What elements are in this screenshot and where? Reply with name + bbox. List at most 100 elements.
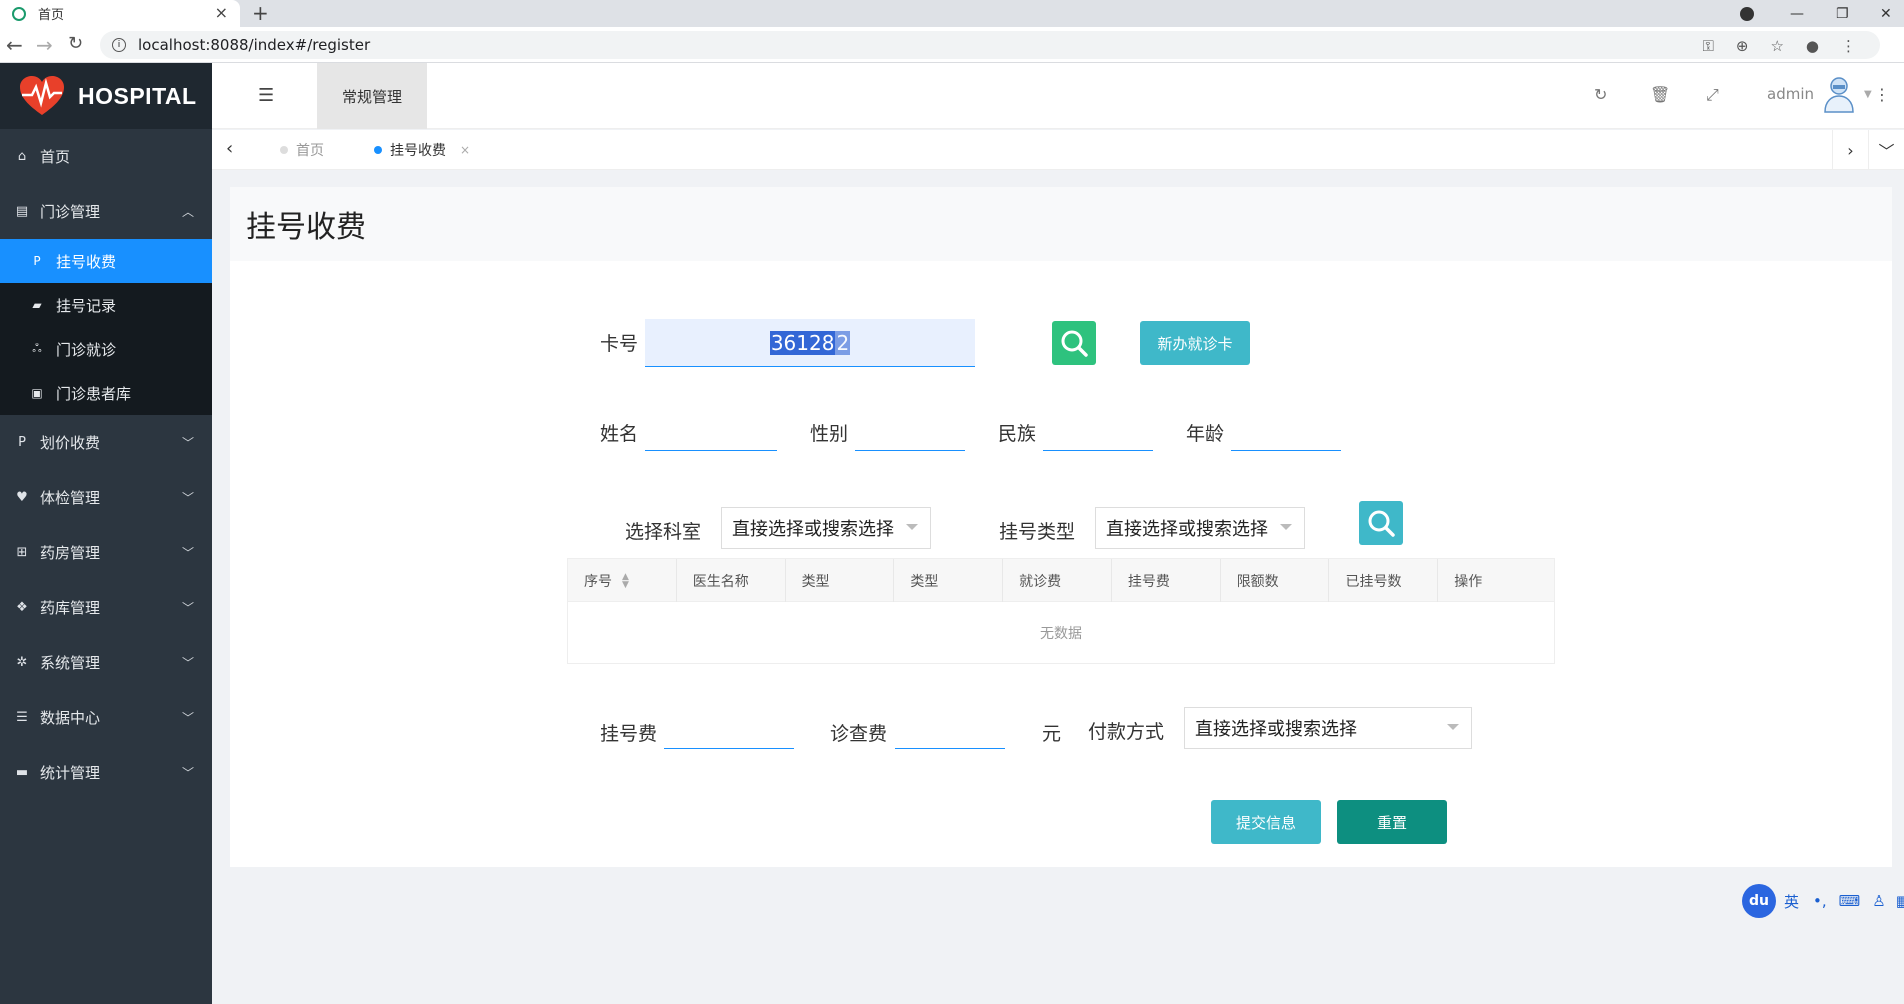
back-icon[interactable]: ← <box>6 33 23 57</box>
department-select-value: 直接选择或搜索选择 <box>732 519 894 540</box>
card-search-button[interactable] <box>1052 321 1096 365</box>
registration-fee-input[interactable] <box>664 709 794 749</box>
reset-button[interactable]: 重置 <box>1337 800 1447 844</box>
exam-fee-label: 诊查费 <box>830 723 888 745</box>
ime-mode[interactable]: 英 <box>1784 891 1799 912</box>
name-input[interactable] <box>645 411 777 451</box>
sidebar-item-statistics[interactable]: ▬ 统计管理 ﹀ <box>0 745 212 800</box>
url-field[interactable]: i localhost:8088/index#/register ⚿ ⊕ ☆ ●… <box>100 31 1880 59</box>
browser-tab[interactable]: 首页 × <box>0 0 240 27</box>
tags-dropdown-icon[interactable]: ﹀ <box>1868 130 1904 170</box>
card-number-cursor: 2 <box>835 330 851 355</box>
sidebar-item-drug-store[interactable]: ❖ 药库管理 ﹀ <box>0 580 212 635</box>
restore-icon[interactable]: ❐ <box>1836 0 1849 27</box>
sidebar-item-label: 体检管理 <box>40 489 101 507</box>
column-header-index[interactable]: 序号 ▲ ▼ <box>568 559 677 602</box>
key-icon[interactable]: ⚿ <box>1702 37 1713 55</box>
tag-register-charge[interactable]: 挂号收费 × <box>374 130 470 170</box>
sidebar-item-label: 统计管理 <box>40 764 101 782</box>
tag-home[interactable]: 首页 <box>280 130 324 170</box>
reload-icon[interactable]: ↻ <box>68 33 83 54</box>
ethnicity-input[interactable] <box>1043 411 1153 451</box>
column-header-label: 已挂号数 <box>1345 573 1402 590</box>
sidebar-item-label: 门诊管理 <box>40 203 101 221</box>
chevron-down-icon: ﹀ <box>181 436 194 450</box>
column-header-label: 序号 <box>584 573 612 590</box>
chevron-down-icon: ﹀ <box>181 656 194 670</box>
registration-fee-label: 挂号费 <box>600 723 658 745</box>
sidebar-item-label: 药房管理 <box>40 544 101 562</box>
column-header-registration-fee: 挂号费 <box>1112 559 1221 602</box>
column-header-type-2: 类型 <box>894 559 1004 602</box>
zoom-icon[interactable]: ⊕ <box>1736 37 1749 55</box>
registration-type-select-value: 直接选择或搜索选择 <box>1106 519 1268 540</box>
bookmark-star-icon[interactable]: ☆ <box>1770 37 1783 55</box>
payment-method-select[interactable]: 直接选择或搜索选择 <box>1184 707 1472 749</box>
minimize-icon[interactable]: — <box>1790 0 1804 27</box>
sidebar-item-label: 划价收费 <box>40 434 101 452</box>
age-label: 年龄 <box>1186 423 1225 445</box>
age-input[interactable] <box>1231 411 1341 451</box>
window-close-icon[interactable]: ✕ <box>1880 0 1892 27</box>
logo: HOSPITAL <box>0 63 212 129</box>
browser-menu-icon[interactable]: ⋮ <box>1841 37 1856 55</box>
sidebar-subitem-register-charge[interactable]: P 挂号收费 <box>0 239 212 283</box>
tags-scroll-left-icon[interactable]: ‹ <box>226 138 233 159</box>
sidebar-item-label: 系统管理 <box>40 654 101 672</box>
submit-button[interactable]: 提交信息 <box>1211 800 1321 844</box>
profile-dropdown-icon[interactable] <box>1740 0 1754 27</box>
close-tab-icon[interactable]: × <box>215 3 228 22</box>
clipboard-icon: ▤ <box>15 204 29 219</box>
refresh-icon[interactable]: ↻ <box>1594 85 1607 104</box>
browser-tabstrip: 首页 × + — ❐ ✕ <box>0 0 1904 27</box>
registration-type-label: 挂号类型 <box>999 521 1076 543</box>
sidebar-item-pharmacy[interactable]: ⊞ 药房管理 ﹀ <box>0 525 212 580</box>
heart-logo-icon <box>18 75 66 117</box>
department-select[interactable]: 直接选择或搜索选择 <box>721 507 931 549</box>
fullscreen-icon[interactable]: ⤢ <box>1706 85 1719 105</box>
site-info-icon[interactable]: i <box>112 38 126 52</box>
account-icon[interactable]: ● <box>1806 37 1819 55</box>
caret-down-icon <box>1447 724 1459 730</box>
sidebar-item-data-center[interactable]: ☰ 数据中心 ﹀ <box>0 690 212 745</box>
new-card-button[interactable]: 新办就诊卡 <box>1140 321 1250 365</box>
comment-icon: ▬ <box>15 765 29 780</box>
trash-icon[interactable]: 🗑 <box>1650 85 1670 104</box>
url-text: localhost:8088/index#/register <box>138 36 371 54</box>
tags-view: ‹ 首页 挂号收费 × › ﹀ <box>212 130 1904 170</box>
new-tab-icon[interactable]: + <box>252 1 269 25</box>
sidebar-subitem-register-records[interactable]: ▰ 挂号记录 <box>0 283 212 327</box>
favicon-icon <box>12 6 26 21</box>
tag-dot <box>374 146 382 154</box>
forward-icon[interactable]: → <box>36 33 53 57</box>
payment-method-select-value: 直接选择或搜索选择 <box>1195 719 1357 740</box>
sidebar-item-pricing[interactable]: P 划价收费 ﹀ <box>0 415 212 470</box>
ime-user-icon[interactable]: ♙ <box>1872 892 1885 910</box>
heartbeat-icon: ♥ <box>16 490 28 505</box>
sidebar-item-home[interactable]: ⌂ 首页 <box>0 129 212 184</box>
ime-grid-icon[interactable]: ▦ <box>1896 892 1904 910</box>
menu-toggle-icon[interactable]: ☰ <box>258 85 274 106</box>
card-number-input[interactable]: 36128 2 <box>645 319 975 367</box>
ime-punctuation-icon[interactable]: •, <box>1813 892 1827 910</box>
doctor-search-button[interactable] <box>1359 501 1403 545</box>
more-options-icon[interactable]: ⋮ <box>1874 85 1890 104</box>
table-header: 序号 ▲ ▼ 医生名称 类型 类型 就诊费 挂号费 限额数 已挂号数 操作 <box>568 559 1554 602</box>
registration-type-select[interactable]: 直接选择或搜索选择 <box>1095 507 1305 549</box>
sidebar-subitem-outpatient-visit[interactable]: ஃ 门诊就诊 <box>0 327 212 371</box>
sidebar-subitem-patient-library[interactable]: ▣ 门诊患者库 <box>0 371 212 415</box>
user-menu[interactable]: admin ▼ <box>1767 75 1872 113</box>
top-nav-general-management[interactable]: 常规管理 <box>317 63 427 129</box>
sort-icon[interactable]: ▲ ▼ <box>622 572 629 589</box>
sidebar-item-checkup[interactable]: ♥ 体检管理 ﹀ <box>0 470 212 525</box>
sidebar-item-outpatient[interactable]: ▤ 门诊管理 ︿ <box>0 184 212 239</box>
sidebar-item-system[interactable]: ✲ 系统管理 ﹀ <box>0 635 212 690</box>
exam-fee-input[interactable] <box>895 709 1005 749</box>
book-icon: ▰ <box>32 298 42 312</box>
gender-input[interactable] <box>855 411 965 451</box>
ime-toolbar[interactable]: du 英 •, ⌨ ♙ ▦ <box>1742 883 1904 919</box>
ime-keyboard-icon[interactable]: ⌨ <box>1839 892 1861 910</box>
tag-close-icon[interactable]: × <box>460 143 470 157</box>
sidebar-item-label: 挂号记录 <box>56 296 117 315</box>
tags-scroll-right-icon[interactable]: › <box>1832 130 1868 170</box>
